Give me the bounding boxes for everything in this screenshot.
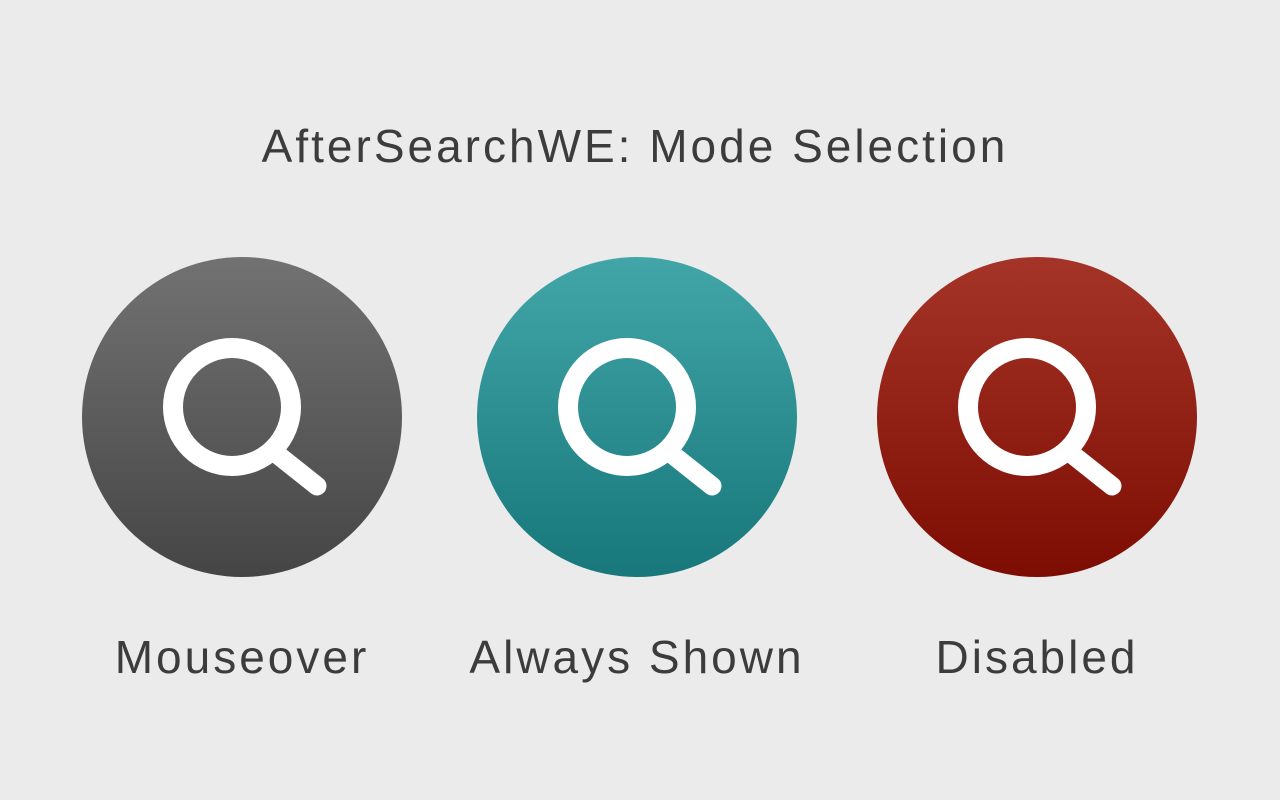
mode-button-mouseover[interactable]	[82, 257, 402, 577]
mode-option-mouseover[interactable]: Mouseover	[72, 257, 412, 697]
page-title: AfterSearchWE: Mode Selection	[261, 120, 1009, 172]
search-icon	[558, 338, 722, 496]
mode-option-always-shown[interactable]: Always Shown	[467, 257, 807, 697]
mode-button-disabled[interactable]	[877, 257, 1197, 577]
mode-option-disabled[interactable]: Disabled	[867, 257, 1207, 697]
search-icon	[163, 338, 327, 496]
mode-label-disabled: Disabled	[935, 631, 1139, 683]
mode-button-always-shown[interactable]	[477, 257, 797, 577]
mode-label-always-shown: Always Shown	[469, 631, 805, 683]
mode-label-mouseover: Mouseover	[114, 631, 370, 683]
search-icon	[958, 338, 1122, 496]
